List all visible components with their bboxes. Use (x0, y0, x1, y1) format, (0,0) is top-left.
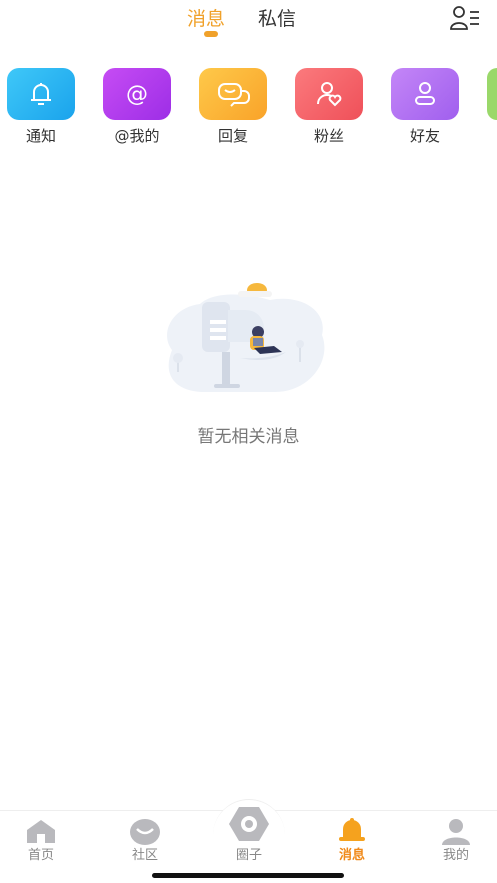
empty-state-text: 暂无相关消息 (197, 427, 300, 447)
category-label: 回复 (217, 127, 248, 145)
nav-home[interactable]: 首页 (1, 811, 81, 871)
category-tile: @ (103, 68, 171, 120)
category-tile (7, 68, 75, 120)
category-more[interactable] (487, 68, 497, 146)
nav-profile[interactable]: 我的 (416, 811, 496, 871)
nav-label: 首页 (27, 848, 54, 863)
tab-private-messages[interactable]: 私信 (258, 4, 296, 31)
nav-community[interactable]: 社区 (105, 811, 185, 871)
tab-messages[interactable]: 消息 (187, 4, 225, 31)
user-icon (415, 82, 435, 105)
category-tile (199, 68, 267, 120)
home-indicator (152, 873, 344, 878)
category-mentions[interactable]: @ @我的 (103, 68, 171, 146)
nav-circle[interactable]: 圈子 (209, 807, 289, 871)
user-heart-icon (317, 82, 342, 107)
category-label: 通知 (25, 127, 56, 145)
category-label: 好友 (409, 127, 440, 145)
community-icon (130, 819, 160, 845)
nav-label: 圈子 (235, 848, 262, 863)
svg-text:@: @ (126, 82, 148, 107)
category-tile-partial (487, 68, 497, 120)
profile-icon (442, 819, 470, 845)
messages-screen: 消息 私信 通知 @ @我的 回复 粉丝 好友 暂无相关消息 首页 社区 圈子 … (0, 0, 497, 883)
nav-label: 社区 (131, 848, 158, 863)
category-tile (295, 68, 363, 120)
hexagon-circle-icon (229, 807, 269, 841)
nav-label: 我的 (442, 848, 469, 863)
contacts-button[interactable] (448, 4, 482, 32)
top-tab-bar: 消息 私信 (0, 0, 497, 48)
bell-icon (31, 83, 51, 105)
category-friends[interactable]: 好友 (391, 68, 459, 146)
category-replies[interactable]: 回复 (199, 68, 267, 146)
category-notifications[interactable]: 通知 (7, 68, 75, 146)
category-label: @我的 (114, 127, 160, 145)
category-fans[interactable]: 粉丝 (295, 68, 363, 146)
nav-messages[interactable]: 消息 (312, 811, 392, 871)
chat-bubbles-icon (218, 83, 250, 107)
contacts-list-icon (450, 6, 479, 30)
home-icon (27, 820, 55, 843)
bell-icon (339, 818, 365, 841)
nav-label: 消息 (338, 848, 365, 863)
active-tab-indicator (204, 31, 218, 37)
category-row: 通知 @ @我的 回复 粉丝 好友 (0, 68, 497, 148)
empty-mailbox-illustration (167, 283, 325, 392)
category-tile (391, 68, 459, 120)
at-icon: @ (126, 82, 148, 107)
category-label: 粉丝 (313, 127, 344, 145)
